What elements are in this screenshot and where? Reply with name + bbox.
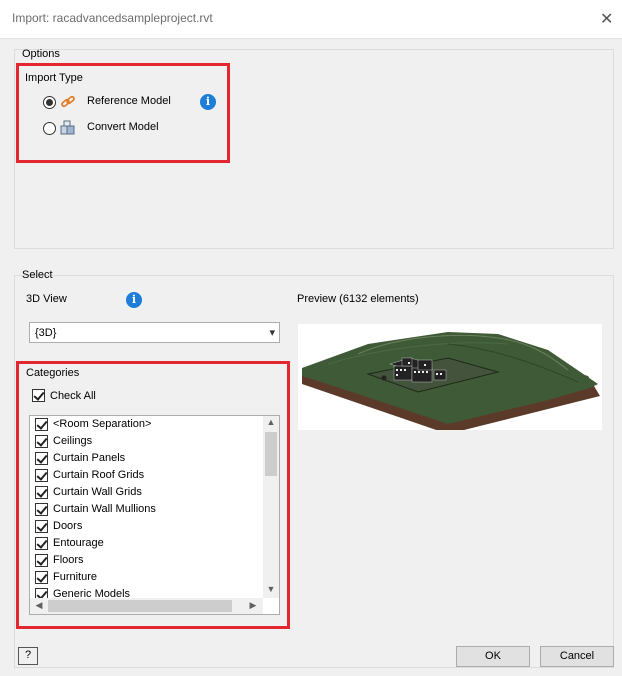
help-button[interactable]: ? <box>18 647 38 665</box>
dialog-body: Options Import Type Reference Model i Co… <box>0 38 622 676</box>
model-preview-graphic <box>302 332 600 434</box>
view-info-icon[interactable]: i <box>126 292 142 308</box>
window-title: Import: racadvancedsampleproject.rvt <box>12 11 213 25</box>
preview-label: Preview (6132 elements) <box>297 293 419 305</box>
cancel-button[interactable]: Cancel <box>540 646 614 667</box>
view-dropdown[interactable]: {3D} ▾ <box>29 322 280 343</box>
import-type-highlight <box>16 63 230 163</box>
title-bar: Import: racadvancedsampleproject.rvt ✕ <box>0 0 622 38</box>
options-legend: Options <box>22 48 60 60</box>
chevron-down-icon: ▾ <box>269 327 275 339</box>
ok-button[interactable]: OK <box>456 646 530 667</box>
close-icon[interactable]: ✕ <box>600 9 613 29</box>
view-label: 3D View <box>26 293 67 305</box>
preview-image <box>298 324 602 434</box>
categories-highlight <box>16 361 290 629</box>
view-dropdown-value: {3D} <box>35 327 57 339</box>
select-legend: Select <box>22 269 53 281</box>
